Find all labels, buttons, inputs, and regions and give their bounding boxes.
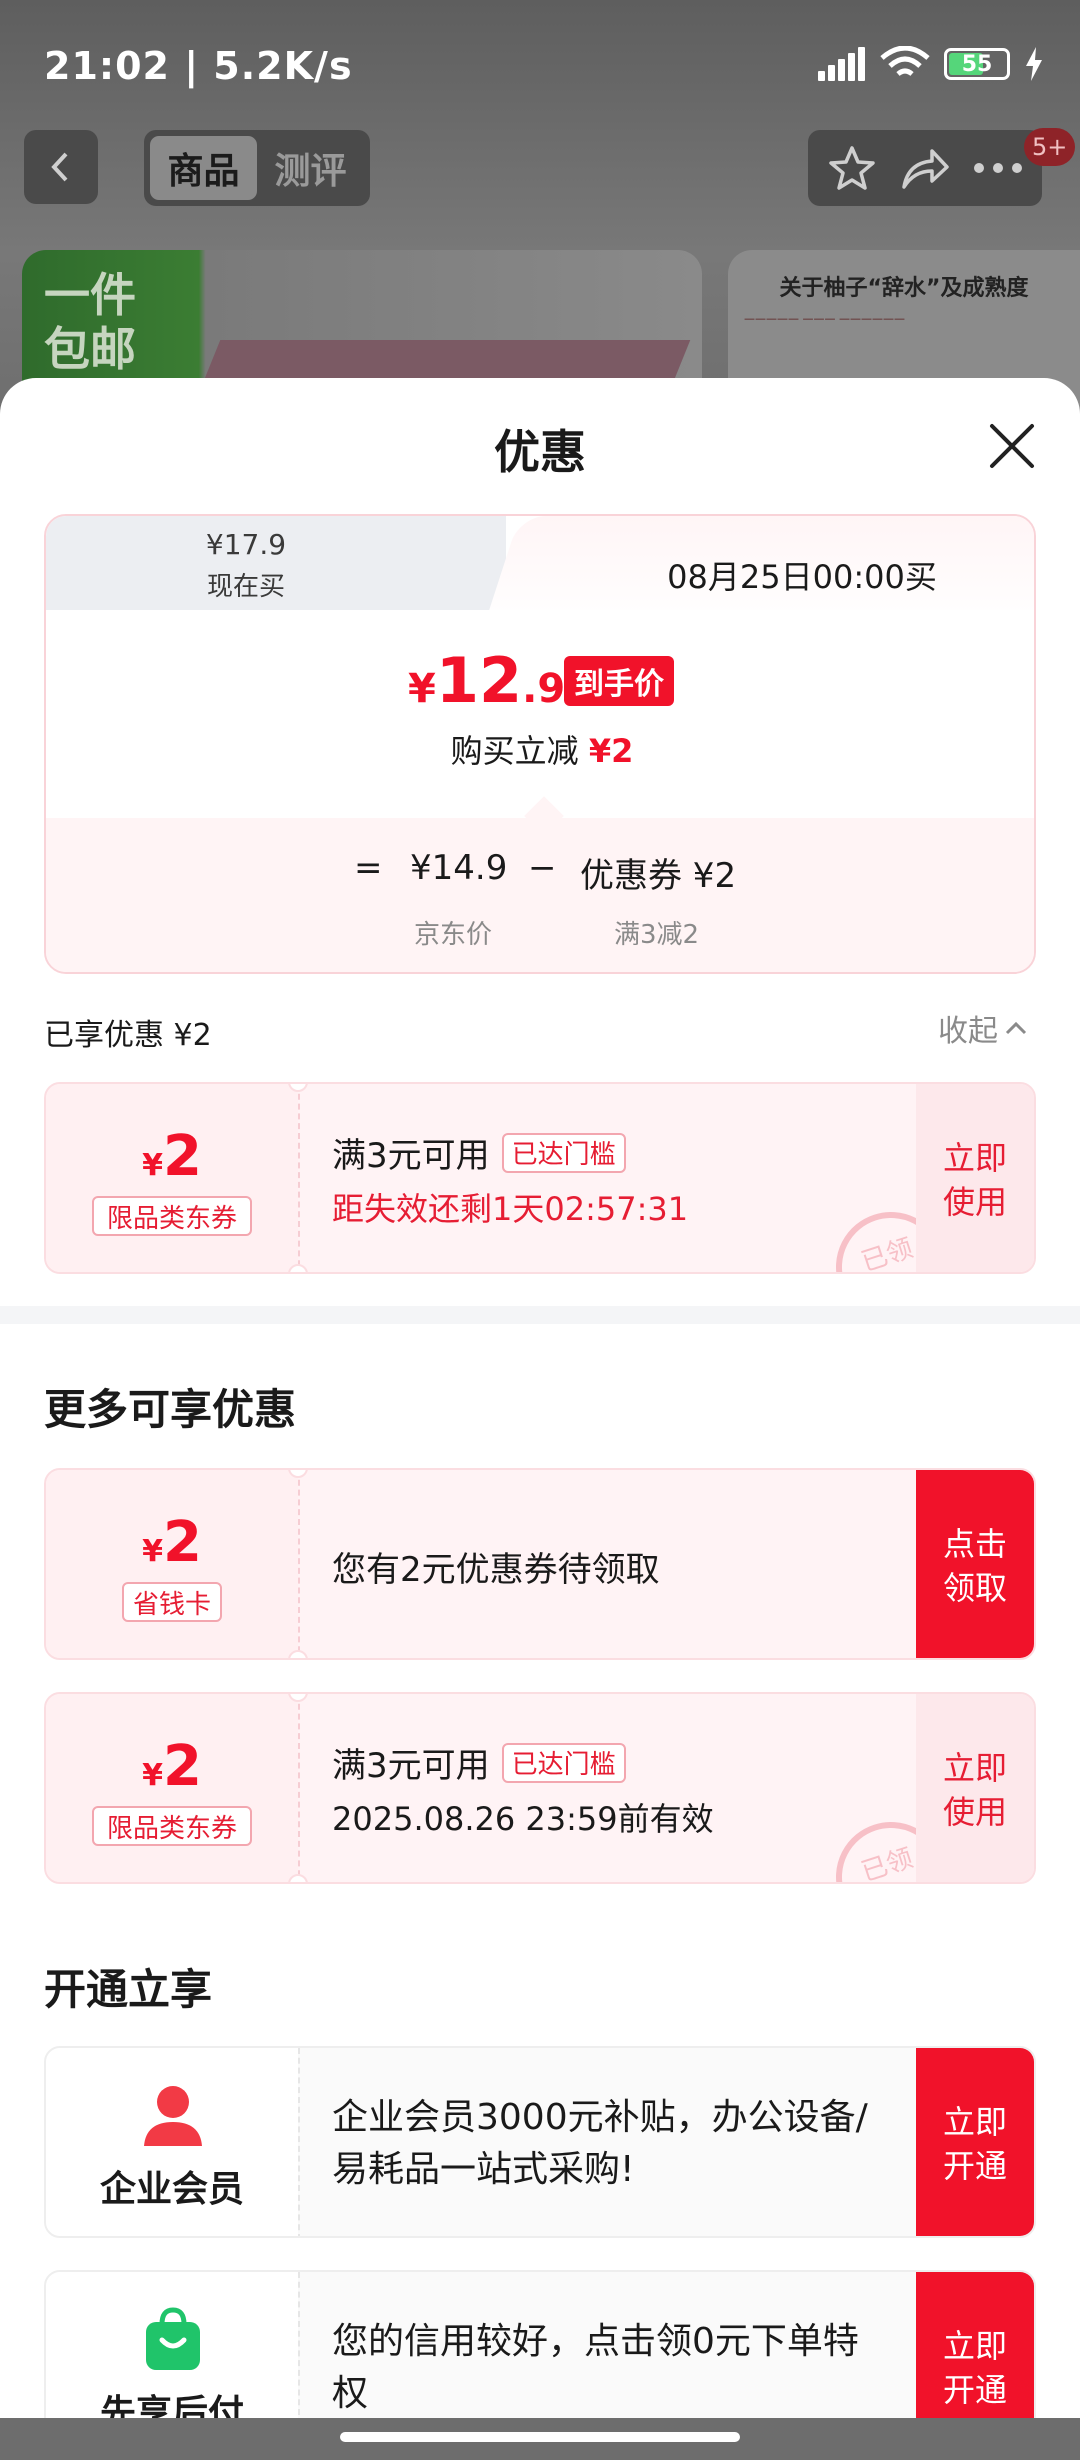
collapse-button[interactable]: 收起	[938, 1006, 1028, 1050]
saving-card-coupon: ¥2 省钱卡 您有2元优惠券待领取 点击 领取	[44, 1468, 1036, 1660]
coupon-value: ¥2	[142, 1510, 202, 1575]
battery-icon: 55	[944, 48, 1010, 80]
coupon-expire-countdown: 距失效还剩1天02:57:31	[332, 1190, 689, 1228]
jd-price: ¥14.9	[410, 848, 508, 888]
coupon-condition: 满3元可用 已达门槛	[332, 1738, 626, 1787]
star-icon	[829, 146, 876, 190]
share-icon	[902, 149, 949, 189]
coupon-condition: 满3元可用 已达门槛	[332, 1128, 626, 1177]
collapse-label: 收起	[938, 1014, 998, 1049]
use-now-button[interactable]: 立即 使用	[916, 1694, 1034, 1882]
wifi-icon	[880, 46, 930, 76]
more-button[interactable]	[972, 142, 1024, 194]
enterprise-member-card: 企业会员 企业会员3000元补贴，办公设备/易耗品一站式采购! 立即 开通	[44, 2046, 1036, 2238]
open-membership-title: 开通立享	[44, 1965, 213, 2014]
status-icons: 55	[818, 46, 1044, 82]
pay-later-desc: 您的信用较好，点击领0元下单特权	[332, 2321, 859, 2414]
threshold-reached-badge: 已达门槛	[501, 1132, 626, 1173]
tab-review[interactable]: 测评	[257, 136, 364, 200]
status-time: 21:02 | 5.2K/s	[44, 44, 353, 88]
use-now-button[interactable]: 立即 使用	[916, 1084, 1034, 1272]
formula-equals: =	[354, 848, 383, 888]
final-price: ¥ 12 .9	[408, 644, 566, 717]
jd-price-label: 京东价	[414, 920, 493, 950]
enjoyed-discount-label: 已享优惠 ¥2	[44, 1018, 212, 1053]
claim-button[interactable]: 点击 领取	[916, 1470, 1034, 1658]
price-formula: = ¥14.9 − 优惠券 ¥2 京东价 满3减2	[46, 818, 1034, 972]
status-bar: 21:02 | 5.2K/s 55	[0, 0, 1080, 130]
final-price-tag: 到手价	[564, 656, 674, 706]
threshold-reached-badge: 已达门槛	[501, 1742, 626, 1783]
more-icon	[973, 163, 1022, 173]
enterprise-member-desc: 企业会员3000元补贴，办公设备/易耗品一站式采购!	[332, 2097, 868, 2190]
buy-now-price: ¥17.9	[205, 528, 287, 561]
coupon-type: 限品类东券	[92, 1196, 252, 1236]
back-button[interactable]	[24, 130, 98, 204]
enterprise-member-name: 企业会员	[99, 2169, 244, 2210]
shopping-bag-icon	[146, 2307, 200, 2370]
info-banner-title: 关于柚子“辞水”及成熟度	[779, 276, 1029, 301]
coupon-description: 您有2元优惠券待领取	[332, 1550, 660, 1590]
buy-now-label: 现在买	[206, 572, 285, 602]
coupon-value: ¥2	[142, 1734, 202, 1799]
category-coupon: ¥2 限品类东券 满3元可用 已达门槛 2025.08.26 23:59前有效 …	[44, 1692, 1036, 1884]
signal-icon	[818, 47, 866, 81]
coupon-type: 省钱卡	[122, 1582, 222, 1622]
close-icon[interactable]	[984, 418, 1040, 474]
price-card: ¥17.9 现在买 08月25日00:00买 ¥ 12 .9 到手价 购买立减 …	[44, 514, 1036, 974]
more-discounts-title: 更多可享优惠	[44, 1385, 297, 1434]
favorite-button[interactable]	[826, 142, 878, 194]
instant-reduction: 购买立减 ¥2	[450, 732, 634, 770]
tab-product[interactable]: 商品	[150, 136, 257, 200]
nav-tabs: 商品 测评	[144, 130, 370, 206]
pay-later-card: 先享后付 您的信用较好，点击领0元下单特权 立即 开通	[44, 2270, 1036, 2418]
pay-later-name: 先享后付	[99, 2393, 244, 2418]
discount-sheet: 优惠 ¥17.9 现在买 08月25日00:00买 ¥ 12 .9 到手价 购买…	[0, 378, 1080, 2418]
battery-level: 55	[961, 51, 993, 77]
coupon-type: 限品类东券	[92, 1806, 252, 1846]
person-icon	[144, 2086, 202, 2146]
final-price-block: ¥ 12 .9 到手价 购买立减 ¥2	[46, 610, 1034, 818]
message-badge: 5+	[1024, 128, 1076, 166]
coupon-rule: 满3减2	[614, 920, 700, 950]
share-button[interactable]	[899, 142, 951, 194]
sheet-title: 优惠	[494, 425, 586, 479]
coupon-amount: 优惠券 ¥2	[580, 856, 737, 896]
nav-actions	[808, 130, 1042, 206]
home-indicator[interactable]	[340, 2432, 740, 2442]
charging-icon	[1026, 47, 1042, 81]
buy-later-label: 08月25日00:00买	[667, 558, 937, 596]
open-pay-later-button[interactable]: 立即 开通	[916, 2272, 1034, 2418]
formula-minus: −	[528, 848, 557, 888]
banner-text: 一件 包邮	[44, 268, 136, 376]
product-page-background: 21:02 | 5.2K/s 55 商品 测评 5+ 一件 包邮 关于柚子“辞水…	[0, 0, 1080, 450]
back-icon	[51, 152, 68, 182]
chevron-up-icon	[1005, 1021, 1027, 1035]
coupon-value: ¥2	[142, 1124, 202, 1189]
open-enterprise-button[interactable]: 立即 开通	[916, 2048, 1034, 2236]
coupon-validity: 2025.08.26 23:59前有效	[332, 1800, 714, 1838]
applied-coupon: ¥2 限品类东券 满3元可用 已达门槛 距失效还剩1天02:57:31 已领 立…	[44, 1082, 1036, 1274]
